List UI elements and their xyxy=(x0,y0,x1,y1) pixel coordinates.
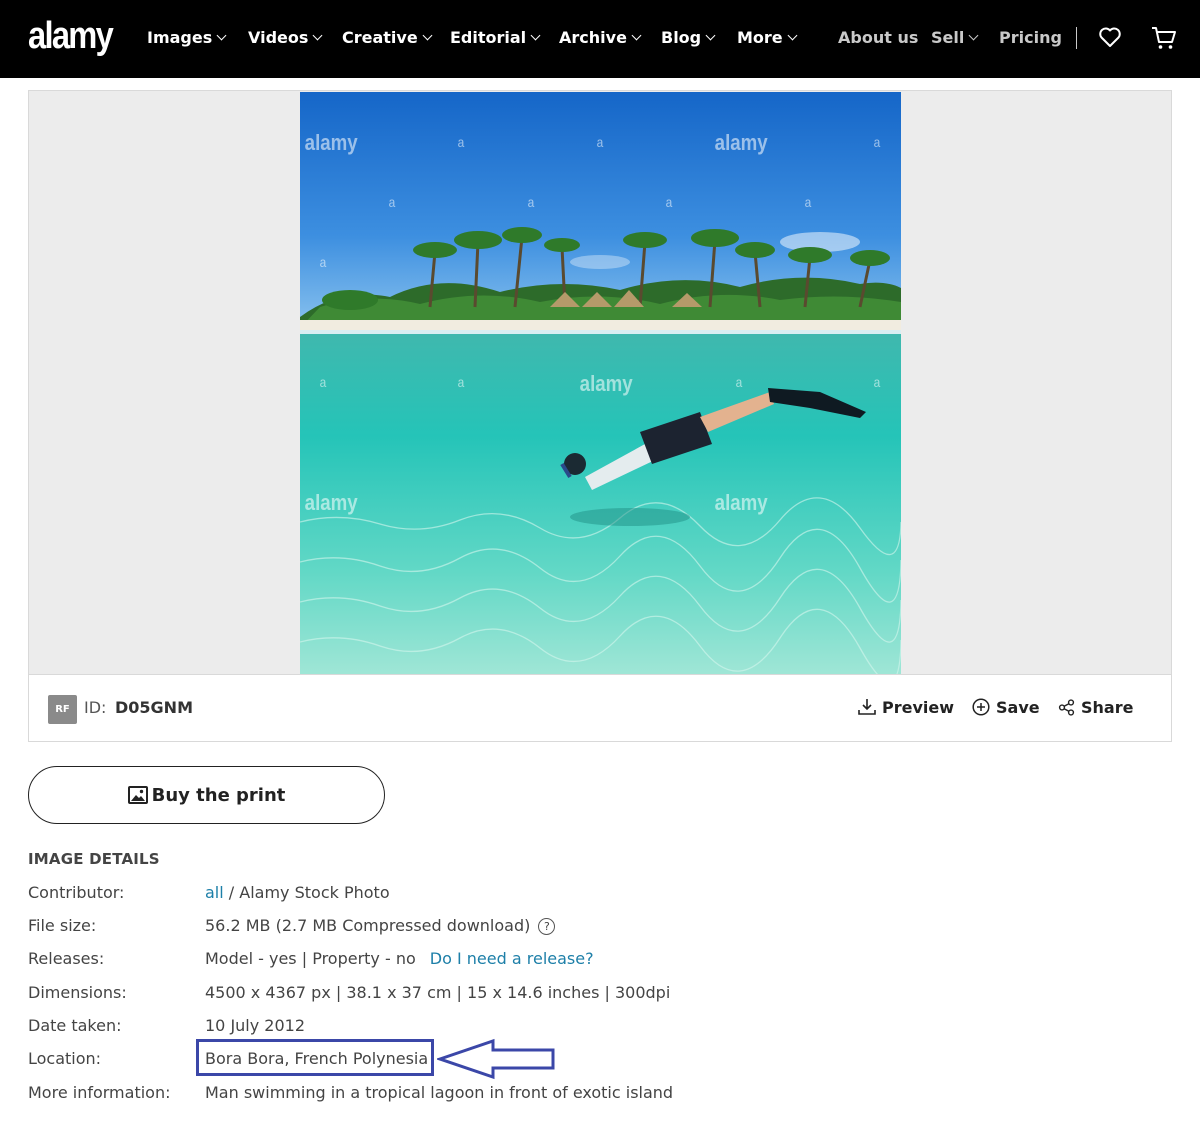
save-button[interactable]: Save xyxy=(972,696,1040,720)
watermark: a xyxy=(319,254,327,270)
nav-divider xyxy=(1076,27,1077,49)
contributor-value: all / Alamy Stock Photo xyxy=(205,881,390,905)
watermark: a xyxy=(735,374,743,390)
watermark: a xyxy=(804,194,812,210)
image-viewer: alamy alamy alamy alamy alamy a a a a a … xyxy=(28,90,1172,742)
royalty-free-badge: RF xyxy=(48,695,77,724)
watermark: a xyxy=(457,134,465,150)
contributor-label: Contributor: xyxy=(28,883,125,902)
download-icon xyxy=(858,699,876,715)
nav-blog[interactable]: Blog xyxy=(661,27,716,49)
nav-creative-label: Creative xyxy=(342,28,418,47)
top-navigation-bar: alamy Images Videos Creative Editorial A… xyxy=(0,0,1200,78)
picture-icon xyxy=(127,786,148,804)
nav-pricing-label: Pricing xyxy=(999,28,1062,47)
dimensions-value: 4500 x 4367 px | 38.1 x 37 cm | 15 x 14.… xyxy=(205,983,671,1002)
buy-the-print-label: Buy the print xyxy=(151,784,286,806)
watermark: a xyxy=(388,194,396,210)
image-details-heading: IMAGE DETAILS xyxy=(28,850,160,868)
nav-archive-label: Archive xyxy=(559,28,627,47)
watermark: alamy xyxy=(579,371,633,396)
watermark: a xyxy=(319,374,327,390)
nav-about-us-label: About us xyxy=(838,28,919,47)
chevron-down-icon xyxy=(216,30,227,41)
nav-sell-label: Sell xyxy=(931,28,965,47)
watermark: a xyxy=(457,374,465,390)
image-info-bar: RF ID: D05GNM Preview Save Share xyxy=(29,676,1171,741)
nav-videos-label: Videos xyxy=(248,28,309,47)
file-size-label: File size: xyxy=(28,916,97,935)
watermark: alamy xyxy=(304,490,358,515)
nav-archive[interactable]: Archive xyxy=(559,27,642,49)
watermark: alamy xyxy=(714,490,768,515)
watermark: alamy xyxy=(714,130,768,155)
nav-creative[interactable]: Creative xyxy=(342,27,433,49)
nav-more[interactable]: More xyxy=(737,27,798,49)
nav-more-label: More xyxy=(737,28,783,47)
save-label: Save xyxy=(996,698,1040,717)
preview-label: Preview xyxy=(882,698,955,717)
nav-images[interactable]: Images xyxy=(147,27,227,49)
chevron-down-icon xyxy=(312,30,323,41)
file-size-value: 56.2 MB (2.7 MB Compressed download)? xyxy=(205,914,556,938)
nav-pricing[interactable]: Pricing xyxy=(999,27,1062,49)
annotation-arrow-icon xyxy=(435,1037,557,1085)
alamy-logo[interactable]: alamy xyxy=(28,14,114,58)
release-help-link[interactable]: Do I need a release? xyxy=(430,949,594,968)
plus-circle-icon xyxy=(972,698,990,716)
nav-editorial[interactable]: Editorial xyxy=(450,27,541,49)
nav-blog-label: Blog xyxy=(661,28,702,47)
heart-icon[interactable] xyxy=(1098,25,1122,53)
releases-label: Releases: xyxy=(28,949,105,968)
share-icon xyxy=(1058,699,1075,716)
chevron-down-icon xyxy=(968,30,979,41)
releases-text: Model - yes | Property - no xyxy=(205,949,416,968)
chevron-down-icon xyxy=(787,30,798,41)
image-stage: alamy alamy alamy alamy alamy a a a a a … xyxy=(29,91,1171,675)
date-taken-label: Date taken: xyxy=(28,1016,122,1035)
share-button[interactable]: Share xyxy=(1058,696,1133,720)
more-information-label: More information: xyxy=(28,1083,171,1102)
watermark: a xyxy=(665,194,673,210)
watermark: a xyxy=(873,374,881,390)
date-taken-value: 10 July 2012 xyxy=(205,1016,306,1035)
nav-videos[interactable]: Videos xyxy=(248,27,323,49)
nav-editorial-label: Editorial xyxy=(450,28,527,47)
cart-icon[interactable] xyxy=(1151,25,1177,55)
nav-sell[interactable]: Sell xyxy=(931,27,979,49)
watermark: a xyxy=(527,194,535,210)
preview-button[interactable]: Preview xyxy=(858,696,954,720)
watermark: a xyxy=(873,134,881,150)
nav-about-us[interactable]: About us xyxy=(838,27,918,49)
contributor-name: / Alamy Stock Photo xyxy=(223,883,390,902)
chevron-down-icon xyxy=(631,30,642,41)
file-size-text: 56.2 MB (2.7 MB Compressed download) xyxy=(205,916,531,935)
share-label: Share xyxy=(1081,698,1134,717)
watermark: alamy xyxy=(304,130,358,155)
help-icon[interactable]: ? xyxy=(538,918,556,935)
image-id-label: ID: xyxy=(84,698,107,717)
releases-value: Model - yes | Property - no Do I need a r… xyxy=(205,947,594,971)
dimensions-label: Dimensions: xyxy=(28,983,127,1002)
location-label: Location: xyxy=(28,1049,102,1068)
stock-photo[interactable]: alamy alamy alamy alamy alamy a a a a a … xyxy=(300,92,901,674)
chevron-down-icon xyxy=(705,30,716,41)
buy-the-print-button[interactable]: Buy the print xyxy=(28,766,385,824)
chevron-down-icon xyxy=(530,30,541,41)
contributor-link[interactable]: all xyxy=(205,883,224,902)
image-id-value: D05GNM xyxy=(115,698,193,717)
chevron-down-icon xyxy=(422,30,433,41)
watermark: a xyxy=(596,134,604,150)
nav-images-label: Images xyxy=(147,28,213,47)
location-highlight-box xyxy=(196,1039,434,1076)
